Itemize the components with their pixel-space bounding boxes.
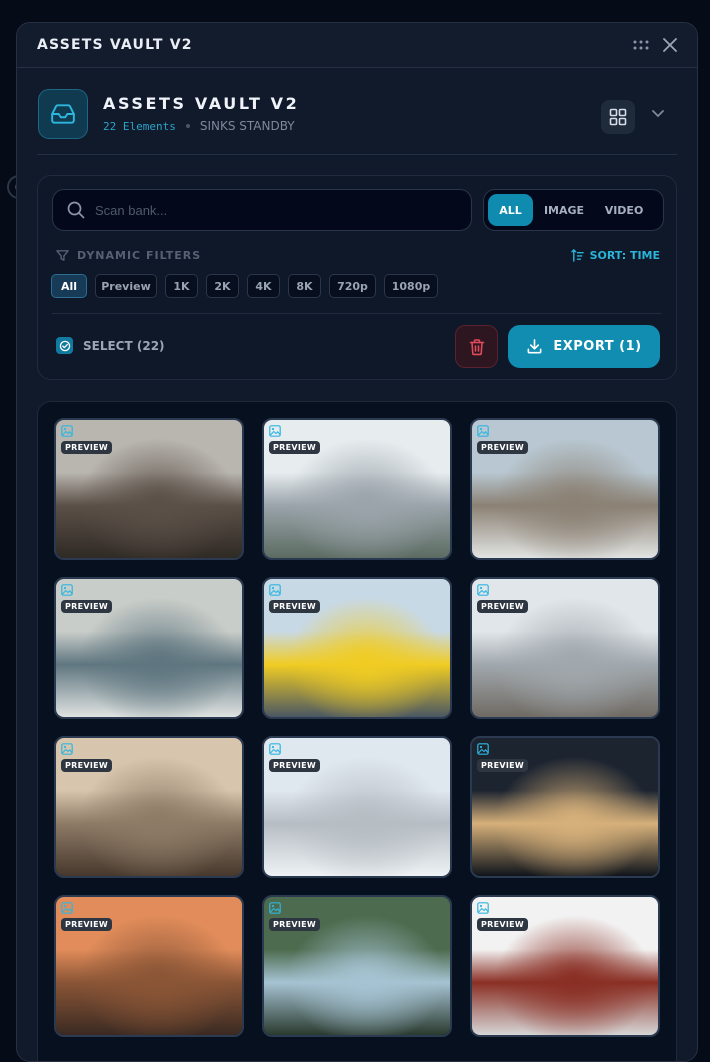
chip-1k[interactable]: 1K	[165, 274, 198, 298]
gallery-thumbnail[interactable]: PREVIEW	[262, 418, 452, 560]
image-icon	[477, 425, 489, 437]
sort-button[interactable]: SORT: TIME	[570, 249, 660, 262]
image-icon	[61, 584, 73, 596]
image-icon	[269, 425, 281, 437]
preview-badge: PREVIEW	[269, 759, 321, 772]
chip-720p[interactable]: 720p	[329, 274, 376, 298]
filters-label-text: DYNAMIC FILTERS	[77, 249, 202, 262]
chip-1080p[interactable]: 1080p	[384, 274, 438, 298]
image-icon	[477, 584, 489, 596]
sort-label: SORT: TIME	[589, 249, 660, 262]
search-icon	[67, 201, 85, 219]
export-label: EXPORT (1)	[553, 339, 642, 354]
type-filter-all[interactable]: ALL	[488, 194, 533, 226]
preview-badge: PREVIEW	[477, 918, 529, 931]
gallery-thumbnail[interactable]: PREVIEW	[470, 736, 660, 878]
trash-icon	[469, 338, 484, 355]
meta-separator	[185, 124, 190, 128]
checkbox-icon[interactable]	[56, 337, 73, 354]
grip-dots-icon[interactable]	[633, 40, 649, 50]
gallery-thumbnail[interactable]: PREVIEW	[262, 736, 452, 878]
asset-gallery: PREVIEW PREVIEW PREVIEW PREVIEW PREVIEW PREVI…	[37, 401, 677, 1061]
gallery-thumbnail[interactable]: PREVIEW	[54, 418, 244, 560]
filter-chips: All Preview 1K 2K 4K 8K 720p 1080p	[51, 274, 446, 298]
gallery-thumbnail[interactable]: PREVIEW	[262, 577, 452, 719]
preview-badge: PREVIEW	[61, 600, 113, 613]
chevron-down-icon[interactable]	[651, 105, 665, 124]
inbox-tray-icon	[38, 89, 88, 139]
image-icon	[477, 743, 489, 755]
element-count: 22 Elements	[103, 119, 176, 133]
preview-badge: PREVIEW	[61, 441, 113, 454]
image-icon	[269, 902, 281, 914]
gallery-thumbnail[interactable]: PREVIEW	[470, 418, 660, 560]
sort-icon	[570, 249, 584, 262]
image-icon	[269, 584, 281, 596]
delete-button[interactable]	[455, 325, 498, 368]
grid-view-button[interactable]	[601, 100, 635, 134]
image-icon	[477, 902, 489, 914]
window-title: ASSETS VAULT V2	[37, 37, 193, 53]
image-icon	[61, 425, 73, 437]
preview-badge: PREVIEW	[61, 759, 113, 772]
image-icon	[61, 902, 73, 914]
search-input[interactable]	[95, 202, 435, 218]
chip-preview[interactable]: Preview	[95, 274, 157, 298]
controls-panel: ALL IMAGE VIDEO DYNAMIC FILTERS SORT: TI…	[37, 175, 677, 380]
chip-all[interactable]: All	[51, 274, 87, 298]
preview-badge: PREVIEW	[269, 600, 321, 613]
preview-badge: PREVIEW	[477, 441, 529, 454]
vault-meta: 22 Elements SINKS STANDBY	[103, 119, 295, 133]
image-icon	[269, 743, 281, 755]
type-filter: ALL IMAGE VIDEO	[483, 189, 664, 231]
close-icon[interactable]	[663, 38, 677, 52]
grid-view-icon	[609, 108, 627, 126]
gallery-thumbnail[interactable]: PREVIEW	[262, 895, 452, 1037]
select-all-control[interactable]: SELECT (22)	[56, 337, 165, 354]
preview-badge: PREVIEW	[477, 600, 529, 613]
select-label: SELECT (22)	[83, 338, 165, 353]
download-icon	[527, 339, 542, 354]
type-filter-image[interactable]: IMAGE	[533, 194, 595, 226]
search-box[interactable]	[52, 189, 472, 231]
type-filter-video[interactable]: VIDEO	[595, 194, 653, 226]
window-titlebar[interactable]: ASSETS VAULT V2	[17, 23, 697, 68]
gallery-thumbnail[interactable]: PREVIEW	[54, 895, 244, 1037]
assets-vault-window: ASSETS VAULT V2 ASSETS VAULT V2 22 Eleme…	[16, 22, 698, 1062]
vault-title: ASSETS VAULT V2	[103, 94, 300, 113]
dynamic-filters-label: DYNAMIC FILTERS	[56, 249, 201, 262]
sync-status: SINKS STANDBY	[199, 119, 295, 133]
gallery-thumbnail[interactable]: PREVIEW	[470, 895, 660, 1037]
preview-badge: PREVIEW	[477, 759, 529, 772]
preview-badge: PREVIEW	[269, 918, 321, 931]
chip-8k[interactable]: 8K	[288, 274, 321, 298]
export-button[interactable]: EXPORT (1)	[508, 325, 660, 368]
preview-badge: PREVIEW	[61, 918, 113, 931]
gallery-thumbnail[interactable]: PREVIEW	[54, 736, 244, 878]
chip-2k[interactable]: 2K	[206, 274, 239, 298]
gallery-thumbnail[interactable]: PREVIEW	[470, 577, 660, 719]
image-icon	[61, 743, 73, 755]
filter-funnel-icon	[56, 250, 69, 261]
preview-badge: PREVIEW	[269, 441, 321, 454]
panel-divider	[52, 313, 662, 314]
vault-header: ASSETS VAULT V2 22 Elements SINKS STANDB…	[37, 87, 677, 155]
chip-4k[interactable]: 4K	[247, 274, 280, 298]
gallery-thumbnail[interactable]: PREVIEW	[54, 577, 244, 719]
